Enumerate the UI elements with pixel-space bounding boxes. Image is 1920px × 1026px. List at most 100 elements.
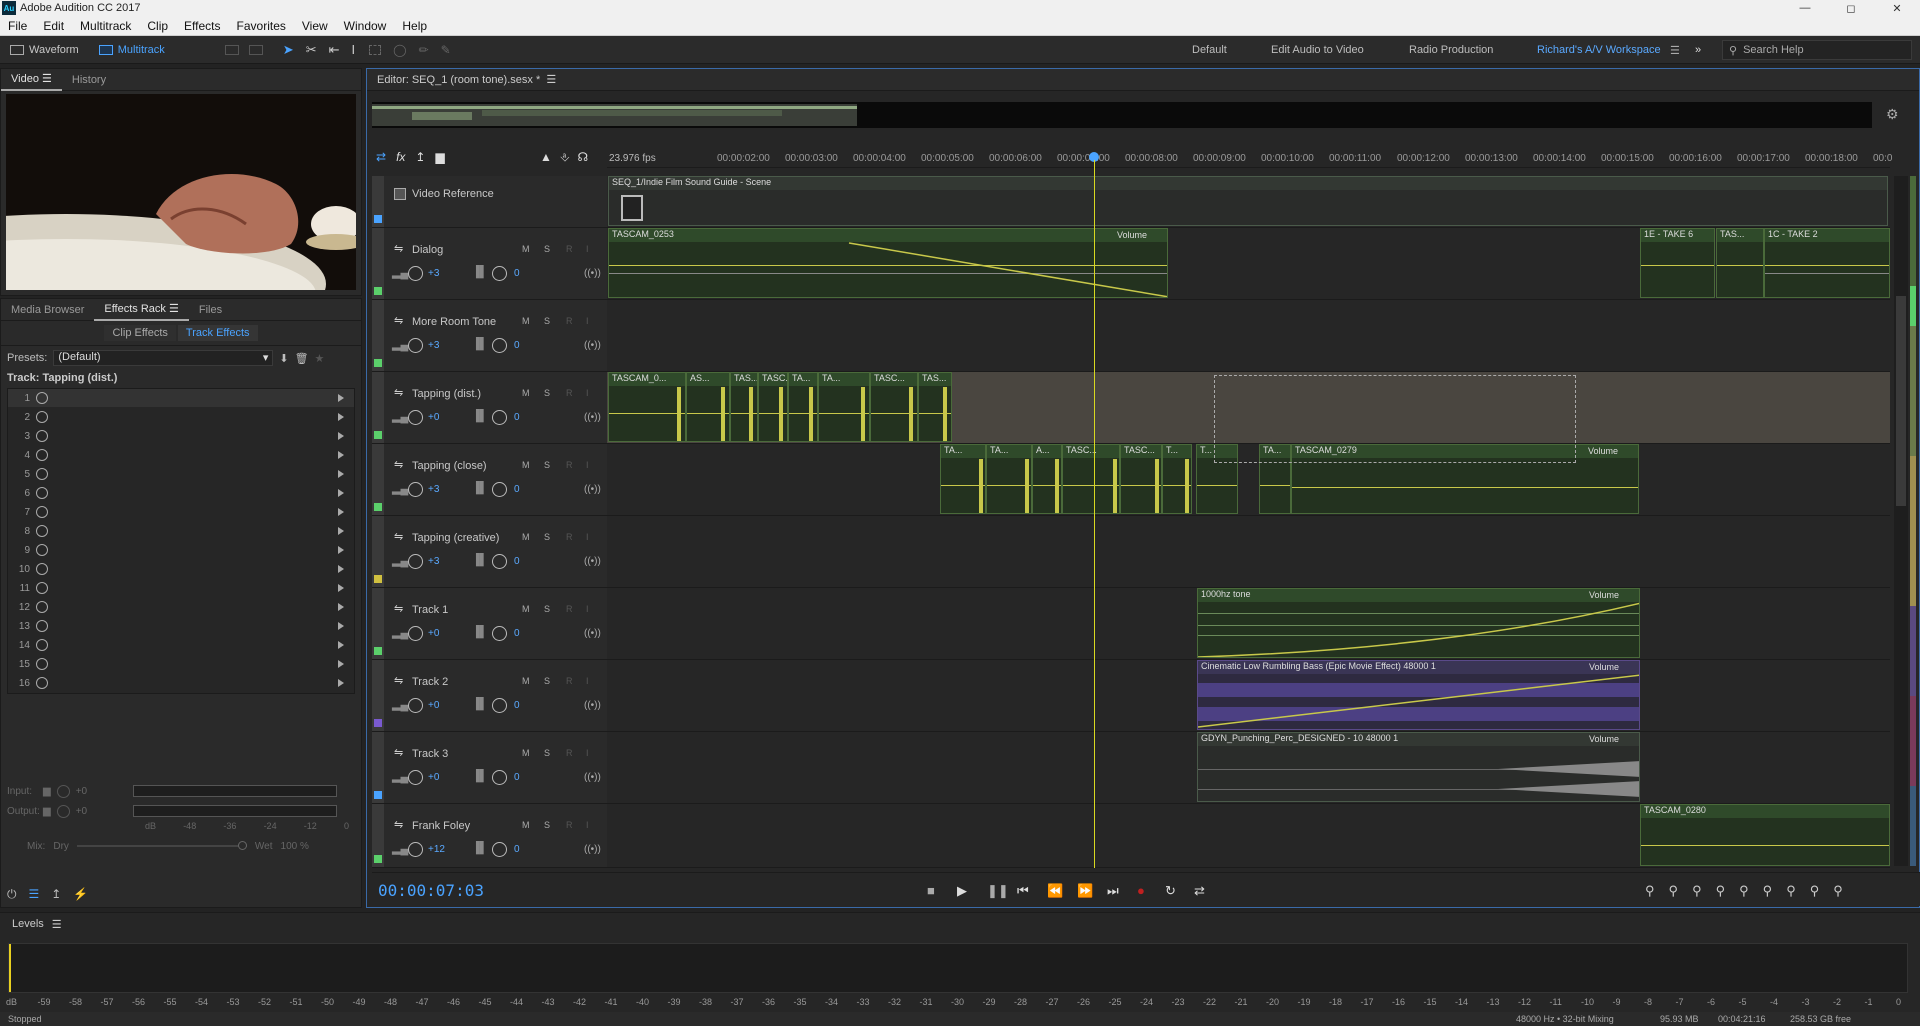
output-routing-icon[interactable]: ((•)) [584, 556, 601, 567]
effect-arrow-icon[interactable] [338, 660, 344, 668]
audio-clip[interactable]: TASC... [870, 372, 918, 442]
record-arm-button[interactable]: R [566, 532, 573, 542]
power-icon[interactable] [36, 620, 48, 632]
effect-arrow-icon[interactable] [338, 394, 344, 402]
pan-knob[interactable] [492, 626, 507, 641]
favorite-star-icon[interactable]: ★ [315, 352, 325, 365]
pan-knob[interactable] [492, 698, 507, 713]
track-color-swatch[interactable] [374, 287, 382, 295]
audio-clip[interactable]: Cinematic Low Rumbling Bass (Epic Movie … [1197, 660, 1640, 730]
volume-knob[interactable] [408, 626, 423, 641]
effect-slot[interactable]: 13 [8, 617, 354, 636]
track-name[interactable]: Dialog [412, 244, 443, 256]
play-icon[interactable]: ▶ [957, 883, 967, 899]
audio-clip[interactable]: TAS... [918, 372, 952, 442]
delete-preset-icon[interactable]: 🗑 [295, 352, 309, 365]
pan-value[interactable]: 0 [514, 772, 520, 783]
track-name[interactable]: More Room Tone [412, 316, 496, 328]
pan-value[interactable]: 0 [514, 268, 520, 279]
volume-knob[interactable] [408, 410, 423, 425]
effect-arrow-icon[interactable] [338, 413, 344, 421]
mute-button[interactable]: M [522, 604, 530, 614]
solo-button[interactable]: S [544, 460, 550, 470]
audio-clip[interactable]: GDYN_Punching_Perc_DESIGNED - 10 48000 1… [1197, 732, 1640, 802]
effect-slot[interactable]: 11 [8, 579, 354, 598]
track-color-swatch[interactable] [374, 855, 382, 863]
razor-tool-icon[interactable]: ✂ [306, 42, 317, 58]
solo-button[interactable]: S [544, 604, 550, 614]
editor-tab[interactable]: Editor: SEQ_1 (room tone).sesx * ☰ [367, 69, 566, 91]
pan-knob[interactable] [492, 554, 507, 569]
timeline-ruler[interactable]: 23.976 fps 00:00:02:00 00:00:03:00 00:00:0… [607, 150, 1892, 168]
solo-button[interactable]: S [544, 316, 550, 326]
power-icon[interactable] [36, 582, 48, 594]
audio-clip[interactable]: TA... [940, 444, 986, 514]
power-icon[interactable] [36, 506, 48, 518]
audio-clip[interactable]: TASCAM_0253 Volume [608, 228, 1168, 298]
track-color-swatch[interactable] [374, 215, 382, 223]
zoom-in-time-icon[interactable]: ⚲ [1692, 883, 1702, 899]
volume-value[interactable]: +0 [428, 412, 439, 423]
zoom-out-time-icon[interactable]: ⚲ [1716, 883, 1726, 899]
presets-dropdown[interactable]: (Default) ▾ [53, 350, 274, 366]
insert-icon[interactable]: ↥ [51, 887, 61, 902]
menu-favorites[interactable]: Favorites [229, 19, 294, 33]
tab-video[interactable]: Video ☰ [1, 69, 62, 91]
audio-clip[interactable]: TA... [818, 372, 870, 442]
mute-button[interactable]: M [522, 676, 530, 686]
pan-knob[interactable] [492, 266, 507, 281]
track-header[interactable]: ⇋ Frank Foley M S R I ▂▄ +12 ▐▌ 0 ((•)) [372, 804, 607, 868]
sync-icon[interactable]: ⇄ [376, 150, 386, 164]
solo-button[interactable]: S [544, 676, 550, 686]
panel-menu-icon[interactable]: ☰ [52, 918, 62, 931]
power-icon[interactable] [36, 601, 48, 613]
volume-knob[interactable] [408, 698, 423, 713]
audio-clip[interactable]: TAS... [730, 372, 758, 442]
power-icon[interactable] [36, 487, 48, 499]
pan-knob[interactable] [492, 770, 507, 785]
power-icon[interactable] [36, 468, 48, 480]
effect-arrow-icon[interactable] [338, 584, 344, 592]
audio-clip[interactable]: TASC... [1062, 444, 1120, 514]
track-name[interactable]: Track 3 [412, 748, 448, 760]
effect-slot[interactable]: 7 [8, 503, 354, 522]
output-knob[interactable] [56, 804, 70, 818]
pitch-display-icon[interactable] [248, 44, 263, 55]
audio-clip[interactable]: 1C - TAKE 2 [1764, 228, 1890, 298]
vertical-scrollbar[interactable] [1894, 176, 1908, 866]
output-routing-icon[interactable]: ((•)) [584, 844, 601, 855]
record-arm-button[interactable]: R [566, 460, 573, 470]
record-arm-button[interactable]: R [566, 604, 573, 614]
workspace-richards-av[interactable]: Richard's A/V Workspace [1537, 36, 1661, 64]
track-header[interactable]: ⇋ Dialog M S R I ▂▄ +3 ▐▌ 0 ((•)) [372, 228, 607, 300]
power-toggle-icon[interactable]: ⏻ [7, 887, 17, 902]
power-icon[interactable] [36, 563, 48, 575]
zoom-out-amplitude-icon[interactable]: ⚲ [1669, 883, 1679, 899]
zoom-to-selection-icon[interactable]: ⚲ [1739, 883, 1749, 899]
effect-slot[interactable]: 15 [8, 655, 354, 674]
loop-icon[interactable]: ↻ [1165, 883, 1176, 899]
effect-arrow-icon[interactable] [338, 679, 344, 687]
track-name[interactable]: Frank Foley [412, 820, 470, 832]
skip-selection-icon[interactable]: ⇄ [1194, 883, 1205, 899]
track-header[interactable]: ⇋ Track 2 M S R I ▂▄ +0 ▐▌ 0 ((•)) [372, 660, 607, 732]
move-tool-icon[interactable]: ➤ [283, 42, 294, 58]
track-header[interactable]: ⇋ Tapping (dist.) M S R I ▂▄ +0 ▐▌ 0 ((•)) [372, 372, 607, 444]
effect-arrow-icon[interactable] [338, 546, 344, 554]
effect-slot[interactable]: 16 [8, 674, 354, 693]
time-selection-box[interactable] [1214, 375, 1576, 463]
volume-value[interactable]: +0 [428, 700, 439, 711]
track-name[interactable]: Tapping (creative) [412, 532, 499, 544]
monitor-input-button[interactable]: I [586, 316, 589, 326]
current-timecode[interactable]: 00:00:07:03 [378, 881, 484, 900]
rewind-icon[interactable]: ⏪ [1047, 883, 1063, 899]
track-header[interactable]: ⇋ Tapping (creative) M S R I ▂▄ +3 ▐▌ 0 ((•)) [372, 516, 607, 588]
volume-value[interactable]: +0 [428, 628, 439, 639]
solo-button[interactable]: S [544, 748, 550, 758]
tab-track-effects[interactable]: Track Effects [177, 325, 258, 341]
time-selection-tool-icon[interactable]: I [352, 42, 356, 57]
record-arm-button[interactable]: R [566, 316, 573, 326]
pan-value[interactable]: 0 [514, 484, 520, 495]
track-header[interactable]: ⇋ Tapping (close) M S R I ▂▄ +3 ▐▌ 0 ((•)) [372, 444, 607, 516]
audio-clip[interactable]: A... [1032, 444, 1062, 514]
